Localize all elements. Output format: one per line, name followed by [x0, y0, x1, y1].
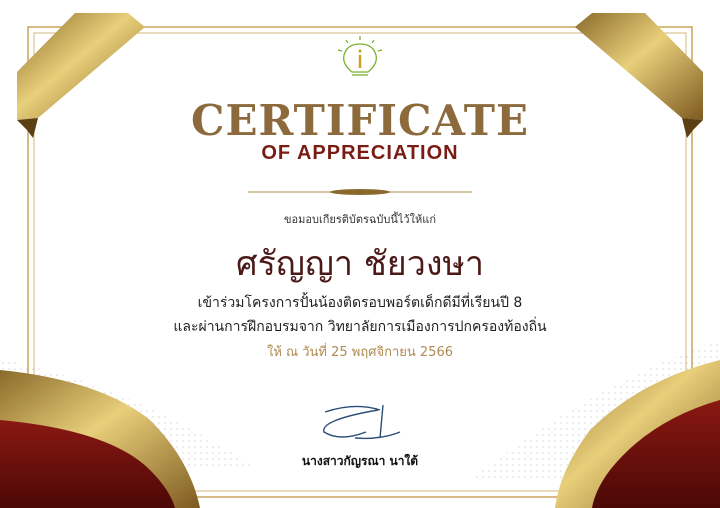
description-line-1: เข้าร่วมโครงการปั้นน้องติดรอบพอร์ตเด็กดี… — [197, 295, 523, 311]
signature — [323, 404, 401, 440]
date-line: ให้ ณ วันที่ 25 พฤศจิกายน 2566 — [266, 345, 453, 360]
certificate-title: CERTIFICATE — [191, 96, 529, 145]
presented-to-label: ขอมอบเกียรติบัตรฉบับนี้ไว้ให้แก่ — [284, 213, 436, 226]
ornament-divider — [248, 189, 472, 195]
description-line-2: และผ่านการฝึกอบรมจาก วิทยาลัยการเมืองการ… — [173, 319, 547, 335]
recipient-name: ศรัญญา ชัยวงษา — [236, 244, 484, 284]
signer-name: นางสาวกัญรณา นาใต้ — [301, 454, 419, 468]
lightbulb-info-icon — [337, 36, 383, 76]
certificate-subtitle: OF APPRECIATION — [261, 142, 459, 164]
